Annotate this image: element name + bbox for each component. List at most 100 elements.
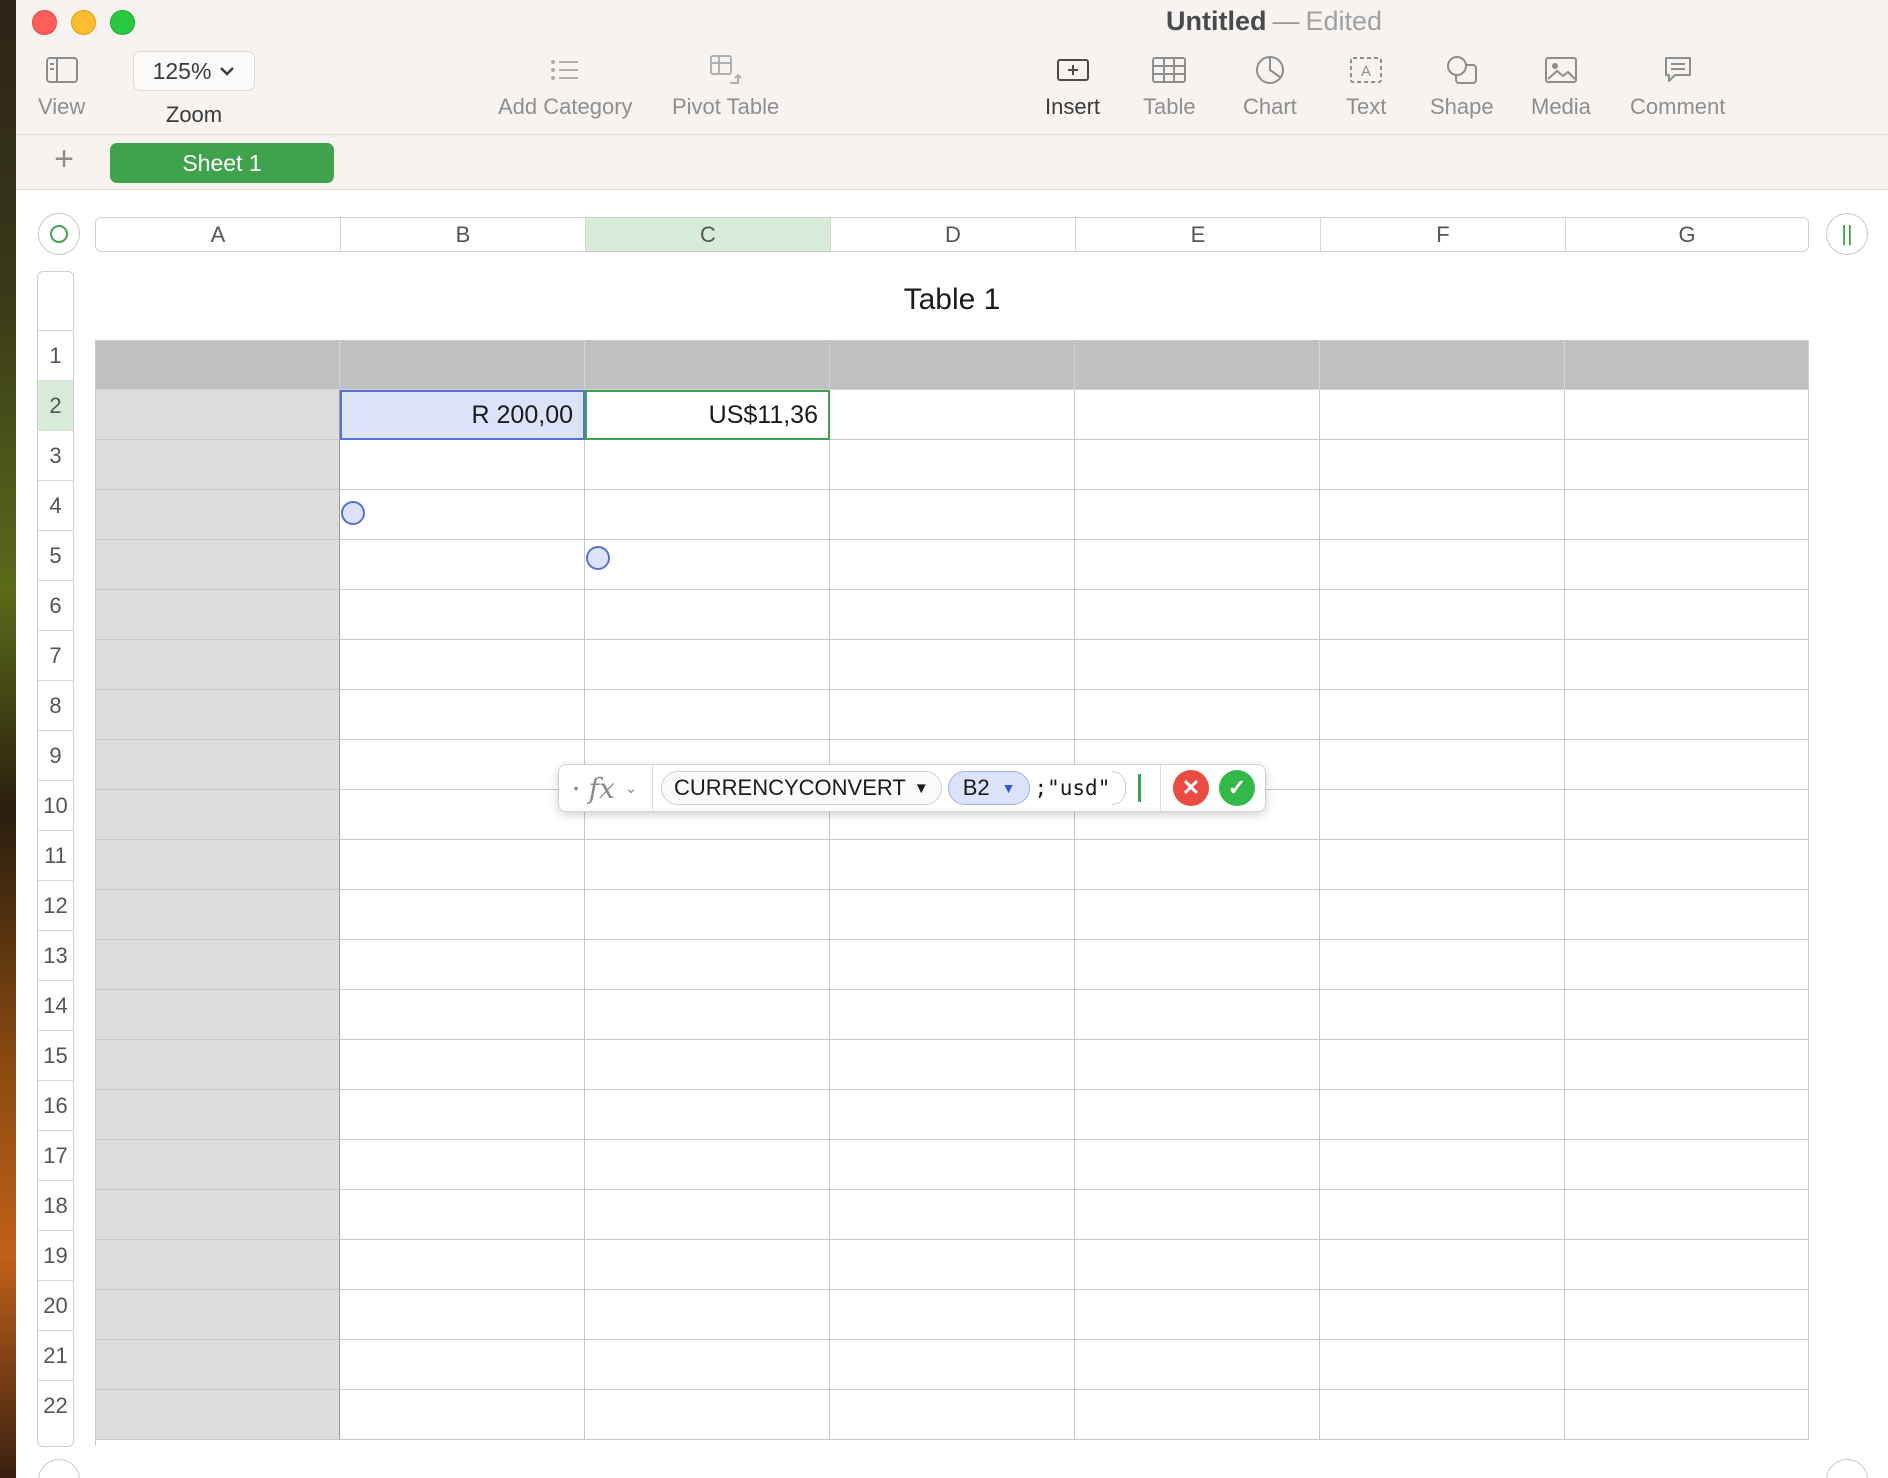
cell-e8[interactable] [1075,690,1320,740]
tab-sheet-1[interactable]: Sheet 1 [110,143,334,183]
cell-g8[interactable] [1565,690,1809,740]
cell-d20[interactable] [830,1290,1075,1340]
cell-g16[interactable] [1565,1090,1809,1140]
row-header-21[interactable]: 21 [38,1330,73,1380]
row-header-20[interactable]: 20 [38,1280,73,1330]
row-header-10[interactable]: 10 [38,780,73,830]
cell-g10[interactable] [1565,790,1809,840]
cell-f11[interactable] [1320,840,1565,890]
row-header-13[interactable]: 13 [38,930,73,980]
row-header-1[interactable]: 1 [38,330,73,380]
comment-button[interactable]: Comment [1630,52,1725,120]
cell-g12[interactable] [1565,890,1809,940]
cell-b9[interactable] [340,740,585,790]
cell-b13[interactable] [340,940,585,990]
cell-e18[interactable] [1075,1190,1320,1240]
cell-d8[interactable] [830,690,1075,740]
cell-g3[interactable] [1565,440,1809,490]
cell-d18[interactable] [830,1190,1075,1240]
cell-b22[interactable] [340,1390,585,1440]
cell-d2[interactable] [830,390,1075,440]
row-header-22[interactable]: 22 [38,1380,73,1430]
cell-e17[interactable] [1075,1140,1320,1190]
cell-b2[interactable]: R 200,00 [340,390,585,440]
zoom-window-button[interactable] [110,10,135,35]
add-column-circle[interactable] [1826,1459,1868,1478]
cell-e6[interactable] [1075,590,1320,640]
cell-f5[interactable] [1320,540,1565,590]
cell-c11[interactable] [585,840,830,890]
row-header-9[interactable]: 9 [38,730,73,780]
cell-b20[interactable] [340,1290,585,1340]
zoom-dropdown[interactable]: 125% [133,51,255,91]
cell-a4[interactable] [95,490,340,540]
selection-handle-top[interactable] [341,501,365,525]
add-row-circle[interactable] [38,1459,80,1478]
cell-a19[interactable] [95,1240,340,1290]
cell-c18[interactable] [585,1190,830,1240]
cell-f19[interactable] [1320,1240,1565,1290]
cell-a14[interactable] [95,990,340,1040]
cell-a17[interactable] [95,1140,340,1190]
text-button[interactable]: A Text [1346,52,1386,120]
cell-d4[interactable] [830,490,1075,540]
cell-e16[interactable] [1075,1090,1320,1140]
cell-b16[interactable] [340,1090,585,1140]
cell-g21[interactable] [1565,1340,1809,1390]
formula-argument[interactable]: ;"usd" [1034,776,1110,800]
cell-b12[interactable] [340,890,585,940]
cell-e7[interactable] [1075,640,1320,690]
cell-f2[interactable] [1320,390,1565,440]
cell-g14[interactable] [1565,990,1809,1040]
cell-g5[interactable] [1565,540,1809,590]
cell-c15[interactable] [585,1040,830,1090]
cell-f10[interactable] [1320,790,1565,840]
cell-d21[interactable] [830,1340,1075,1390]
cell-c14[interactable] [585,990,830,1040]
cell-g4[interactable] [1565,490,1809,540]
cell-f17[interactable] [1320,1140,1565,1190]
row-header-19[interactable]: 19 [38,1230,73,1280]
cell-e5[interactable] [1075,540,1320,590]
cell-f22[interactable] [1320,1390,1565,1440]
cell-d22[interactable] [830,1390,1075,1440]
cell-a9[interactable] [95,740,340,790]
cell-g17[interactable] [1565,1140,1809,1190]
row-header-11[interactable]: 11 [38,830,73,880]
cell-c20[interactable] [585,1290,830,1340]
cell-a18[interactable] [95,1190,340,1240]
cell-d11[interactable] [830,840,1075,890]
cell-c7[interactable] [585,640,830,690]
cell-a16[interactable] [95,1090,340,1140]
cell-e22[interactable] [1075,1390,1320,1440]
cell-e4[interactable] [1075,490,1320,540]
column-header-b[interactable]: B [341,218,586,251]
column-header-e[interactable]: E [1076,218,1321,251]
cell-b7[interactable] [340,640,585,690]
row-header-12[interactable]: 12 [38,880,73,930]
column-header-f[interactable]: F [1321,218,1566,251]
row-header-16[interactable]: 16 [38,1080,73,1130]
cell-f12[interactable] [1320,890,1565,940]
cell-e2[interactable] [1075,390,1320,440]
cell-b8[interactable] [340,690,585,740]
cell-d17[interactable] [830,1140,1075,1190]
cell-d6[interactable] [830,590,1075,640]
cell-c19[interactable] [585,1240,830,1290]
cell-g9[interactable] [1565,740,1809,790]
shape-button[interactable]: Shape [1430,52,1494,120]
cell-c8[interactable] [585,690,830,740]
media-button[interactable]: Media [1531,52,1591,120]
cell-f13[interactable] [1320,940,1565,990]
cell-b21[interactable] [340,1340,585,1390]
cell-f14[interactable] [1320,990,1565,1040]
cell-e14[interactable] [1075,990,1320,1040]
cell-c2[interactable]: US$11,36 [585,390,830,440]
row-header-14[interactable]: 14 [38,980,73,1030]
view-button[interactable]: View [38,52,85,120]
add-category-button[interactable]: Add Category [498,52,633,120]
cell-f6[interactable] [1320,590,1565,640]
column-header-d[interactable]: D [831,218,1076,251]
cell-c6[interactable] [585,590,830,640]
cell-b10[interactable] [340,790,585,840]
